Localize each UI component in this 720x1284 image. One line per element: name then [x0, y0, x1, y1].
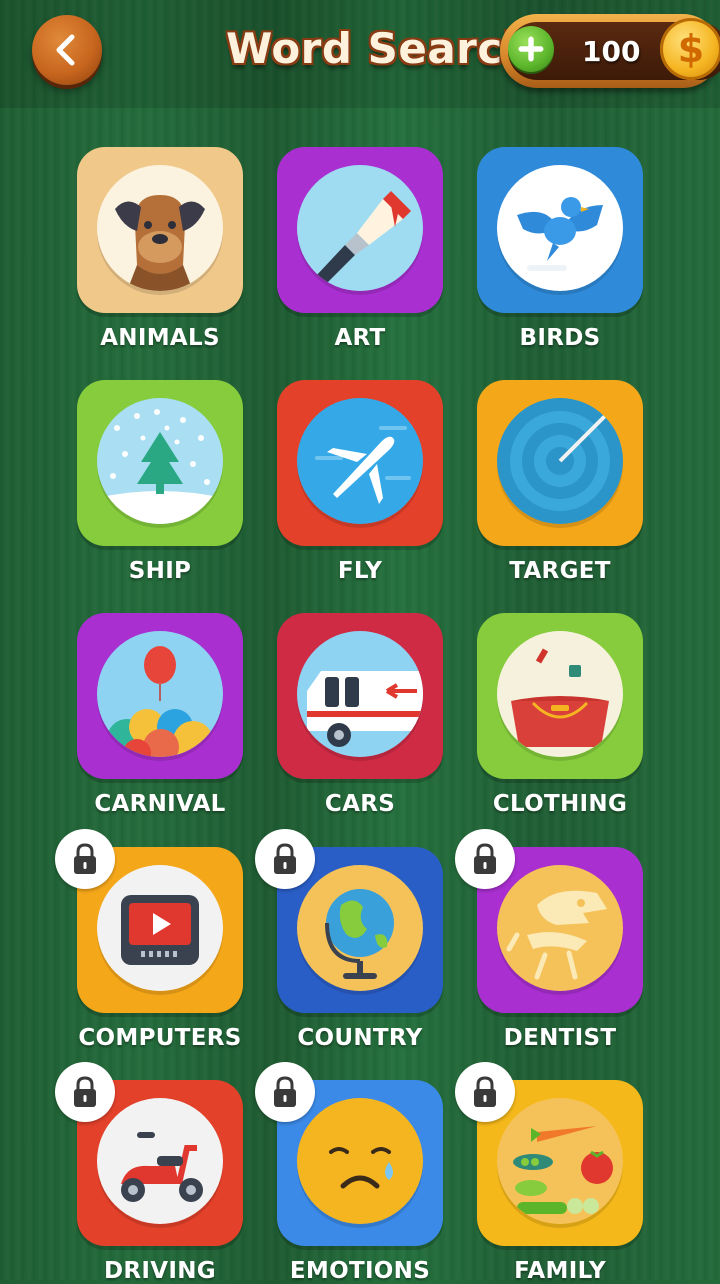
ambulance-icon [297, 631, 423, 757]
category-tile-birds[interactable] [477, 147, 643, 313]
category-label: DRIVING [104, 1258, 216, 1284]
vegetables-icon [497, 1098, 623, 1224]
scooter-icon [97, 1098, 223, 1224]
category-label: COMPUTERS [78, 1025, 242, 1051]
category-grid: ANIMALS ART BIRDS SHIP FLY TARGET CARNIV… [0, 0, 720, 1284]
category-label: CLOTHING [492, 791, 628, 817]
category-label: EMOTIONS [289, 1258, 431, 1284]
category-label: SHIP [128, 558, 192, 584]
lock-icon [255, 829, 315, 889]
category-label: CARNIVAL [94, 791, 226, 817]
category-label: DENTIST [503, 1025, 617, 1051]
balloons-icon [97, 631, 223, 757]
lock-icon [55, 1062, 115, 1122]
lock-icon [255, 1062, 315, 1122]
lock-icon [455, 1062, 515, 1122]
category-tile-art[interactable] [277, 147, 443, 313]
category-label: TARGET [509, 558, 611, 584]
category-label: CARS [324, 791, 396, 817]
dog-icon [97, 165, 223, 291]
snow-tree-icon [97, 398, 223, 524]
sad-face-icon [297, 1098, 423, 1224]
target-icon [497, 398, 623, 524]
paintbrush-icon [297, 165, 423, 291]
category-tile-ship[interactable] [77, 380, 243, 546]
category-label: FAMILY [514, 1258, 606, 1284]
category-label: COUNTRY [297, 1025, 423, 1051]
category-tile-animals[interactable] [77, 147, 243, 313]
category-tile-clothing[interactable] [477, 613, 643, 779]
category-tile-target[interactable] [477, 380, 643, 546]
globe-icon [297, 865, 423, 991]
airplane-icon [297, 398, 423, 524]
dinosaur-skeleton-icon [497, 865, 623, 991]
bird-icon [497, 165, 623, 291]
category-label: ANIMALS [100, 325, 220, 351]
category-label: BIRDS [519, 325, 601, 351]
lock-icon [55, 829, 115, 889]
category-label: FLY [337, 558, 383, 584]
category-tile-fly[interactable] [277, 380, 443, 546]
category-label: ART [334, 325, 386, 351]
lock-icon [455, 829, 515, 889]
category-tile-carnival[interactable] [77, 613, 243, 779]
monitor-icon [97, 865, 223, 991]
category-tile-cars[interactable] [277, 613, 443, 779]
handbag-icon [497, 631, 623, 757]
